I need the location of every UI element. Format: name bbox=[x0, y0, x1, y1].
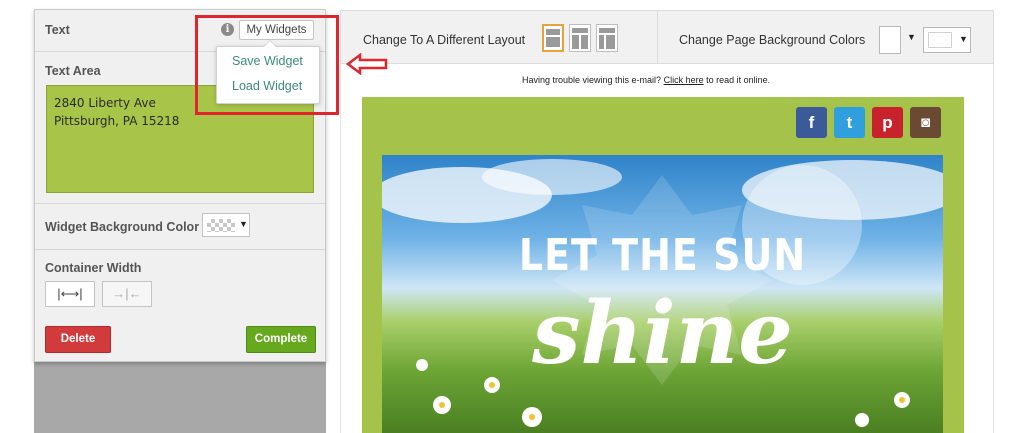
chevron-down-icon[interactable]: ▼ bbox=[907, 32, 916, 42]
pinterest-icon[interactable]: p bbox=[872, 107, 903, 138]
transparent-swatch-icon bbox=[207, 219, 235, 232]
widget-bg-color-label: Widget Background Color bbox=[45, 220, 200, 234]
facebook-icon[interactable]: f bbox=[796, 107, 827, 138]
editor-screen: Text i My Widgets Text Area 2840 Liberty… bbox=[0, 0, 1031, 433]
page-bg-colors-label: Change Page Background Colors bbox=[679, 33, 866, 47]
container-width-section: Container Width |⟷| →|← bbox=[35, 250, 325, 315]
chevron-down-icon: ▼ bbox=[959, 34, 968, 44]
layout-label: Change To A Different Layout bbox=[363, 33, 526, 47]
layout-toolbar: Change To A Different Layout Change Page… bbox=[340, 10, 994, 64]
hero-headline: LET THE SUN bbox=[518, 229, 807, 281]
view-online-notice: Having trouble viewing this e-mail? Clic… bbox=[522, 75, 770, 85]
page-bg-color-swatch[interactable] bbox=[879, 26, 901, 54]
fixed-width-button[interactable]: →|← bbox=[102, 281, 152, 307]
hero-script-word: shine bbox=[532, 283, 793, 384]
toolbar-divider bbox=[657, 11, 658, 63]
email-header-block[interactable]: f t p ◙ LET THE SUN shine bbox=[362, 97, 964, 433]
container-width-label: Container Width bbox=[45, 261, 142, 275]
annotation-highlight-box bbox=[195, 15, 339, 115]
layout-single-column-icon[interactable] bbox=[542, 24, 564, 52]
view-online-prefix: Having trouble viewing this e-mail? bbox=[522, 75, 662, 85]
layout-sidebar-icon[interactable] bbox=[596, 24, 618, 52]
layout-two-column-icon[interactable] bbox=[569, 24, 591, 52]
click-here-link[interactable]: Click here bbox=[664, 75, 704, 85]
text-area-title: Text Area bbox=[45, 64, 101, 78]
instagram-icon[interactable]: ◙ bbox=[910, 107, 941, 138]
annotation-arrow-icon bbox=[346, 53, 388, 75]
secondary-bg-color-picker[interactable]: ▼ bbox=[923, 27, 971, 53]
complete-button[interactable]: Complete bbox=[246, 326, 316, 353]
full-width-button[interactable]: |⟷| bbox=[45, 281, 95, 307]
view-online-suffix: to read it online. bbox=[706, 75, 771, 85]
text-section-title: Text bbox=[45, 23, 70, 37]
chevron-down-icon: ▼ bbox=[239, 219, 248, 229]
delete-button[interactable]: Delete bbox=[45, 326, 111, 353]
widget-bg-color-picker[interactable]: ▼ bbox=[202, 213, 250, 237]
email-preview: Having trouble viewing this e-mail? Clic… bbox=[340, 64, 994, 433]
widget-bg-color-section: Widget Background Color ▼ bbox=[35, 204, 325, 250]
hero-image[interactable]: LET THE SUN shine bbox=[382, 155, 943, 433]
twitter-icon[interactable]: t bbox=[834, 107, 865, 138]
